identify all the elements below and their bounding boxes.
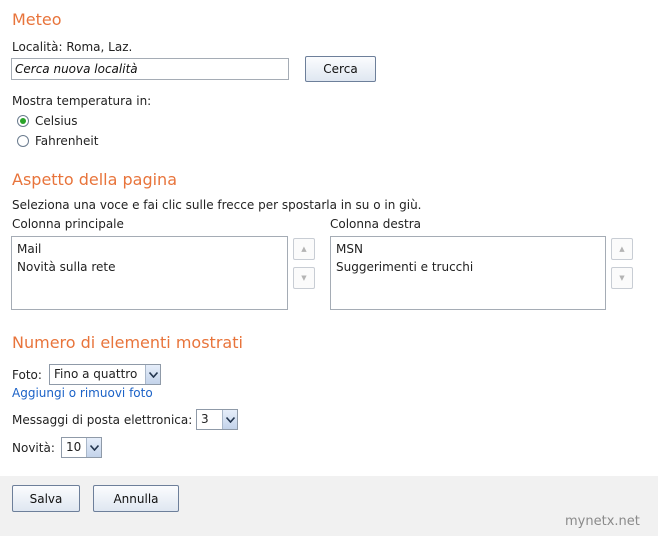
add-remove-photos-link[interactable]: Aggiungi o rimuovi foto (12, 386, 153, 400)
email-count-select[interactable]: 3 (196, 409, 238, 430)
chevron-down-icon[interactable] (86, 438, 101, 457)
main-column-label: Colonna principale (12, 217, 124, 231)
list-item[interactable]: Mail (17, 240, 282, 258)
save-button[interactable]: Salva (12, 485, 80, 512)
photos-label: Foto: (12, 368, 42, 382)
fahrenheit-label: Fahrenheit (35, 134, 99, 148)
weather-title: Meteo (12, 10, 62, 29)
list-item[interactable]: Suggerimenti e trucchi (336, 258, 600, 276)
list-item[interactable]: Novità sulla rete (17, 258, 282, 276)
search-button[interactable]: Cerca (305, 56, 376, 82)
counts-title: Numero di elementi mostrati (12, 333, 243, 352)
celsius-radio[interactable] (17, 115, 29, 127)
location-search-input[interactable] (11, 58, 289, 80)
news-count-value: 10 (66, 440, 82, 454)
main-column-list[interactable]: Mail Novità sulla rete (11, 236, 288, 310)
photos-select[interactable]: Fino a quattro (49, 364, 161, 385)
right-column-list[interactable]: MSN Suggerimenti e trucchi (330, 236, 606, 310)
chevron-down-icon[interactable] (222, 410, 237, 429)
chevron-down-icon[interactable] (145, 365, 160, 384)
cancel-button[interactable]: Annulla (93, 485, 179, 512)
layout-title: Aspetto della pagina (12, 170, 177, 189)
location-label: Località: Roma, Laz. (12, 40, 133, 54)
fahrenheit-option[interactable]: Fahrenheit (17, 134, 98, 148)
photos-select-value: Fino a quattro (54, 367, 138, 381)
main-down-arrow-icon[interactable]: ▼ (293, 267, 315, 289)
celsius-option[interactable]: Celsius (17, 114, 78, 128)
main-up-arrow-icon[interactable]: ▲ (293, 238, 315, 260)
layout-instructions: Seleziona una voce e fai clic sulle frec… (12, 198, 422, 212)
watermark: mynetx.net (565, 514, 640, 529)
fahrenheit-radio[interactable] (17, 135, 29, 147)
news-count-label: Novità: (12, 441, 55, 455)
news-count-select[interactable]: 10 (61, 437, 102, 458)
email-count-value: 3 (201, 412, 209, 426)
celsius-label: Celsius (35, 114, 78, 128)
list-item[interactable]: MSN (336, 240, 600, 258)
right-column-label: Colonna destra (330, 217, 422, 231)
temperature-label: Mostra temperatura in: (12, 94, 152, 108)
email-count-label: Messaggi di posta elettronica: (12, 413, 193, 427)
right-up-arrow-icon[interactable]: ▲ (611, 238, 633, 260)
right-down-arrow-icon[interactable]: ▼ (611, 267, 633, 289)
